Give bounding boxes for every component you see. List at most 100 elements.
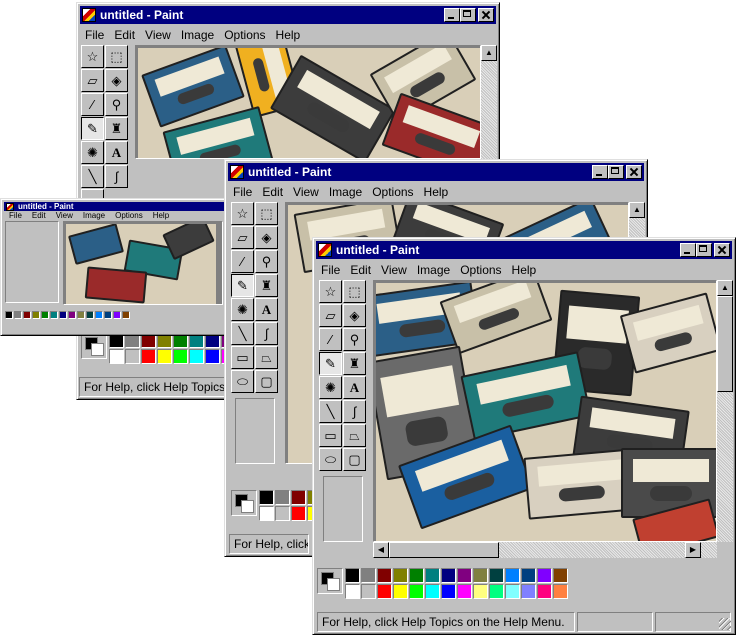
free-form-select-tool[interactable]: ☆ bbox=[231, 202, 254, 225]
color-swatch[interactable] bbox=[205, 349, 220, 364]
menu-file[interactable]: File bbox=[5, 211, 28, 220]
rounded-rect-tool[interactable]: ▢ bbox=[255, 370, 278, 393]
pencil-tool[interactable]: ✎ bbox=[81, 117, 104, 140]
menu-view[interactable]: View bbox=[52, 211, 79, 220]
text-tool[interactable]: A bbox=[255, 298, 278, 321]
color-swatch[interactable] bbox=[291, 490, 306, 505]
minimize-button[interactable] bbox=[592, 165, 608, 179]
curve-tool[interactable]: ∫ bbox=[105, 165, 128, 188]
color-swatch[interactable] bbox=[361, 584, 376, 599]
canvas-area[interactable] bbox=[63, 221, 223, 305]
color-picker-tool[interactable]: ⁄ bbox=[231, 250, 254, 273]
color-swatch[interactable] bbox=[68, 311, 76, 319]
menu-options[interactable]: Options bbox=[220, 28, 271, 42]
menu-image[interactable]: Image bbox=[325, 185, 368, 199]
color-swatch[interactable] bbox=[457, 568, 472, 583]
menu-help[interactable]: Help bbox=[420, 185, 455, 199]
color-swatch[interactable] bbox=[345, 584, 360, 599]
fill-tool[interactable]: ◈ bbox=[105, 69, 128, 92]
title-bar[interactable]: untitled - Paint bbox=[316, 241, 732, 259]
ellipse-tool[interactable]: ⬭ bbox=[319, 448, 342, 471]
color-swatch[interactable] bbox=[441, 584, 456, 599]
menu-edit[interactable]: Edit bbox=[110, 28, 141, 42]
ellipse-tool[interactable]: ⬭ bbox=[231, 370, 254, 393]
pencil-tool[interactable]: ✎ bbox=[319, 352, 342, 375]
color-swatch[interactable] bbox=[409, 584, 424, 599]
color-swatch[interactable] bbox=[275, 490, 290, 505]
menu-options[interactable]: Options bbox=[368, 185, 419, 199]
color-swatch[interactable] bbox=[377, 584, 392, 599]
color-swatch[interactable] bbox=[377, 568, 392, 583]
color-picker-tool[interactable]: ⁄ bbox=[81, 93, 104, 116]
polygon-tool[interactable]: ⏢ bbox=[343, 424, 366, 447]
color-swatch[interactable] bbox=[409, 568, 424, 583]
eraser-tool[interactable]: ▱ bbox=[319, 304, 342, 327]
rectangle-tool[interactable]: ▭ bbox=[231, 346, 254, 369]
line-tool[interactable]: ╲ bbox=[231, 322, 254, 345]
color-swatch[interactable] bbox=[425, 568, 440, 583]
title-bar[interactable]: untitled - Paint bbox=[4, 202, 226, 211]
color-swatch[interactable] bbox=[113, 311, 121, 319]
color-swatch[interactable] bbox=[109, 349, 124, 364]
airbrush-tool[interactable]: ✺ bbox=[319, 376, 342, 399]
menu-view[interactable]: View bbox=[377, 263, 413, 277]
color-swatch[interactable] bbox=[141, 349, 156, 364]
color-swatch[interactable] bbox=[125, 349, 140, 364]
color-swatch[interactable] bbox=[32, 311, 40, 319]
color-swatch[interactable] bbox=[173, 349, 188, 364]
minimize-button[interactable] bbox=[444, 8, 460, 22]
menu-help[interactable]: Help bbox=[149, 211, 175, 220]
rect-select-tool[interactable]: ⬚ bbox=[105, 45, 128, 68]
maximize-button[interactable] bbox=[460, 8, 476, 22]
menu-options[interactable]: Options bbox=[456, 263, 507, 277]
free-form-select-tool[interactable]: ☆ bbox=[81, 45, 104, 68]
menu-file[interactable]: File bbox=[81, 28, 110, 42]
color-swatch[interactable] bbox=[259, 490, 274, 505]
color-swatch[interactable] bbox=[553, 584, 568, 599]
color-swatch[interactable] bbox=[95, 311, 103, 319]
color-swatch[interactable] bbox=[50, 311, 58, 319]
text-tool[interactable]: A bbox=[343, 376, 366, 399]
color-swatch[interactable] bbox=[291, 506, 306, 521]
tool-options-box[interactable] bbox=[235, 398, 275, 464]
eraser-tool[interactable]: ▱ bbox=[231, 226, 254, 249]
menu-edit[interactable]: Edit bbox=[346, 263, 377, 277]
menu-image[interactable]: Image bbox=[177, 28, 220, 42]
minimize-button[interactable] bbox=[680, 243, 696, 257]
tool-options-box[interactable] bbox=[323, 476, 363, 542]
title-bar[interactable]: untitled - Paint bbox=[80, 6, 496, 24]
text-tool[interactable]: A bbox=[105, 141, 128, 164]
color-swatch[interactable] bbox=[86, 311, 94, 319]
color-swatch[interactable] bbox=[473, 568, 488, 583]
close-button[interactable] bbox=[478, 8, 494, 22]
color-swatch[interactable] bbox=[457, 584, 472, 599]
close-button[interactable] bbox=[626, 165, 642, 179]
color-swatch[interactable] bbox=[59, 311, 67, 319]
airbrush-tool[interactable]: ✺ bbox=[81, 141, 104, 164]
color-swatch[interactable] bbox=[259, 506, 274, 521]
color-swatch[interactable] bbox=[189, 349, 204, 364]
menu-options[interactable]: Options bbox=[111, 211, 149, 220]
color-swatch[interactable] bbox=[122, 311, 130, 319]
brush-tool[interactable]: ♜ bbox=[255, 274, 278, 297]
color-swatch[interactable] bbox=[275, 506, 290, 521]
title-bar[interactable]: untitled - Paint bbox=[228, 163, 644, 181]
fill-tool[interactable]: ◈ bbox=[255, 226, 278, 249]
color-swatch[interactable] bbox=[505, 568, 520, 583]
brush-tool[interactable]: ♜ bbox=[343, 352, 366, 375]
free-form-select-tool[interactable]: ☆ bbox=[319, 280, 342, 303]
line-tool[interactable]: ╲ bbox=[319, 400, 342, 423]
resize-grip-icon[interactable] bbox=[719, 618, 731, 630]
canvas-area[interactable] bbox=[373, 280, 717, 542]
color-swatch[interactable] bbox=[489, 584, 504, 599]
color-swatch[interactable] bbox=[521, 584, 536, 599]
color-swatch[interactable] bbox=[473, 584, 488, 599]
color-swatch[interactable] bbox=[441, 568, 456, 583]
color-swatch[interactable] bbox=[77, 311, 85, 319]
color-swatch[interactable] bbox=[553, 568, 568, 583]
color-swatch[interactable] bbox=[505, 584, 520, 599]
menu-file[interactable]: File bbox=[229, 185, 258, 199]
vertical-scrollbar[interactable]: ▲ bbox=[481, 45, 497, 159]
color-swatch[interactable] bbox=[345, 568, 360, 583]
menu-help[interactable]: Help bbox=[508, 263, 543, 277]
